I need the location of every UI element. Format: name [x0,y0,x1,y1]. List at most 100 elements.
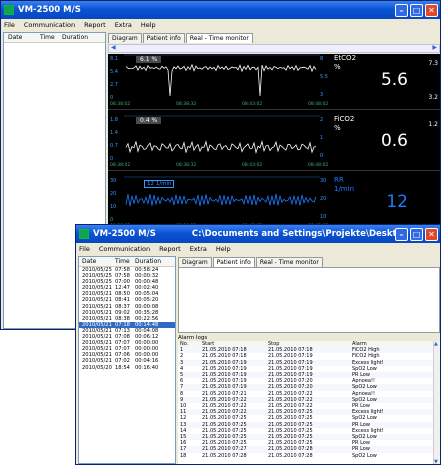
menu-extra[interactable]: Extra [115,21,132,29]
maximize-icon[interactable]: □ [410,227,423,241]
time-label: 08:48:02 [308,102,329,107]
time-label: 08:38:32 [176,163,197,168]
patient-window-titlebar[interactable]: VM-2500 M/S C:\Documents and Settings\Pr… [76,225,440,243]
tab-patient-info[interactable]: Patient info [142,33,185,43]
alarm-start: 21.05.2010 07:28 [202,452,247,459]
menu-extra[interactable]: Extra [190,245,207,253]
minimize-icon[interactable]: – [395,3,408,17]
tab-strip: Diagram Patient info Real - Time monitor [108,33,254,43]
realtime-window-titlebar[interactable]: VM-2500 M/S – □ ✕ [1,1,440,19]
channel-unit: % [334,63,341,71]
window-title: VM-2500 M/S [93,229,156,239]
axis-tick-right: 5.5 [320,74,328,80]
menu-help[interactable]: Help [141,21,156,29]
menu-file[interactable]: File [4,21,15,29]
alarm-stop: 21.05.2010 07:28 [268,452,313,459]
axis-tick-right: 1 [320,135,324,141]
scroll-left-icon[interactable]: ◀ [111,44,116,51]
alarm-rows: 1 21.05.2010 07:18 21.05.2010 07:18 FiCO2 H… [178,347,440,459]
axis-tick: 0 [110,217,114,223]
time-label: 08:43:02 [242,163,263,168]
channel-unit: % [334,124,341,132]
app-icon [4,5,14,15]
cursor-value-badge: 0.4 % [136,117,162,124]
alarm-type: SpO2 Low [352,452,377,459]
col-time[interactable]: Time [115,258,135,265]
tab-diagram[interactable]: Diagram [108,33,142,43]
time-scrollbar[interactable]: ◀ ▶ [108,44,440,53]
close-icon[interactable]: ✕ [425,227,438,241]
channel-value: 5.6 [380,70,408,90]
app-icon [79,229,89,239]
alarm-no: 18 [180,452,187,459]
axis-tick: 30 [110,178,117,184]
col-duration[interactable]: Duration [62,34,102,41]
window-title: VM-2500 M/S [18,5,81,15]
axis-tick: 0 [110,95,114,101]
axis-tick: 1.4 [110,130,118,136]
channel-etco2: 8.1 5.4 2.7 0 8 5.5 3 08:38:02 08:38:32 08:43:02 0… [108,54,440,110]
record-rows: 2010/05/25 07:58 00:58:24 2010/05/25 07:58 00… [79,267,175,371]
close-icon[interactable]: ✕ [425,3,438,17]
channel-unit: 1/min [334,185,355,193]
record-duration: 00:16:40 [135,364,159,371]
axis-tick: 10 [110,204,117,210]
axis-tick-right: 8 [320,56,324,62]
record-time: 18:54 [115,364,130,371]
alarm-high-limit: 7.3 [428,60,438,67]
menu-communication[interactable]: Communication [24,21,75,29]
col-date[interactable]: Date [79,258,115,265]
axis-tick: 0.7 [110,143,118,149]
menu-file[interactable]: File [79,245,90,253]
axis-tick: 8.1 [110,56,118,62]
axis-tick: 5.4 [110,69,118,75]
alarm-row[interactable]: 18 21.05.2010 07:28 21.05.2010 07:28 SpO2 L… [178,452,440,459]
axis-tick: 0 [110,156,114,162]
tab-realtime-monitor[interactable]: Real - Time monitor [185,33,253,43]
scroll-right-icon[interactable]: ▶ [432,44,437,51]
record-row[interactable]: 2010/05/20 18:54 00:16:40 [79,365,175,371]
menu-communication[interactable]: Communication [99,245,150,253]
alarm-log-table[interactable]: No. Start Stop Alarm 1 21.05.2010 07:18 21… [178,341,440,464]
record-list-header: Date Time Duration [4,33,105,43]
minimize-icon[interactable]: – [395,227,408,241]
scroll-down-icon[interactable]: ▼ [434,459,438,464]
record-list-header: Date Time Duration [79,257,175,267]
axis-tick-right: 20 [320,196,327,202]
record-list[interactable]: Date Time Duration 2010/05/25 07:58 00:58:… [78,256,176,464]
channel-label: EtCO2 [334,54,357,62]
axis-tick-right: 0 [320,153,324,159]
tab-patient-info[interactable]: Patient info [212,257,255,267]
col-date[interactable]: Date [4,34,40,41]
axis-tick-right: 3 [320,92,324,98]
menu-report[interactable]: Report [84,21,106,29]
axis-tick: 20 [110,191,117,197]
file-path: C:\Documents and Settings\Projekte\Deskt… [191,229,395,239]
patient-window: VM-2500 M/S C:\Documents and Settings\Pr… [75,224,441,465]
menu-help[interactable]: Help [216,245,231,253]
channel-fico2: 1.8 1.4 0.7 0 2 1 0 08:38:02 08:38:32 08:43:02 08:… [108,115,440,171]
axis-tick: 1.8 [110,117,118,123]
axis-tick-right: 2 [320,117,324,123]
channel-value: 0.6 [380,131,408,151]
channel-label: FiCO2 [334,115,355,123]
time-label: 08:48:02 [308,163,329,168]
time-label: 08:38:02 [110,163,131,168]
patient-info-panel [178,267,440,333]
tab-diagram[interactable]: Diagram [178,257,212,267]
time-label: 08:38:02 [110,102,131,107]
col-time[interactable]: Time [40,34,62,41]
maximize-icon[interactable]: □ [410,3,423,17]
time-label: 08:43:02 [242,102,263,107]
axis-tick: 2.7 [110,82,118,88]
alarm-low-limit: 3.2 [428,94,438,101]
col-duration[interactable]: Duration [135,258,171,265]
channel-value: 12 [386,192,408,212]
channel-label: RR [334,176,344,184]
tab-realtime-monitor[interactable]: Real - Time monitor [255,257,323,267]
alarm-scrollbar[interactable]: ▲ ▼ [433,341,440,464]
scroll-up-icon[interactable]: ▲ [434,341,438,347]
alarm-high-limit: 1.2 [428,121,438,128]
menu-report[interactable]: Report [159,245,181,253]
axis-tick-right: 30 [320,178,327,184]
